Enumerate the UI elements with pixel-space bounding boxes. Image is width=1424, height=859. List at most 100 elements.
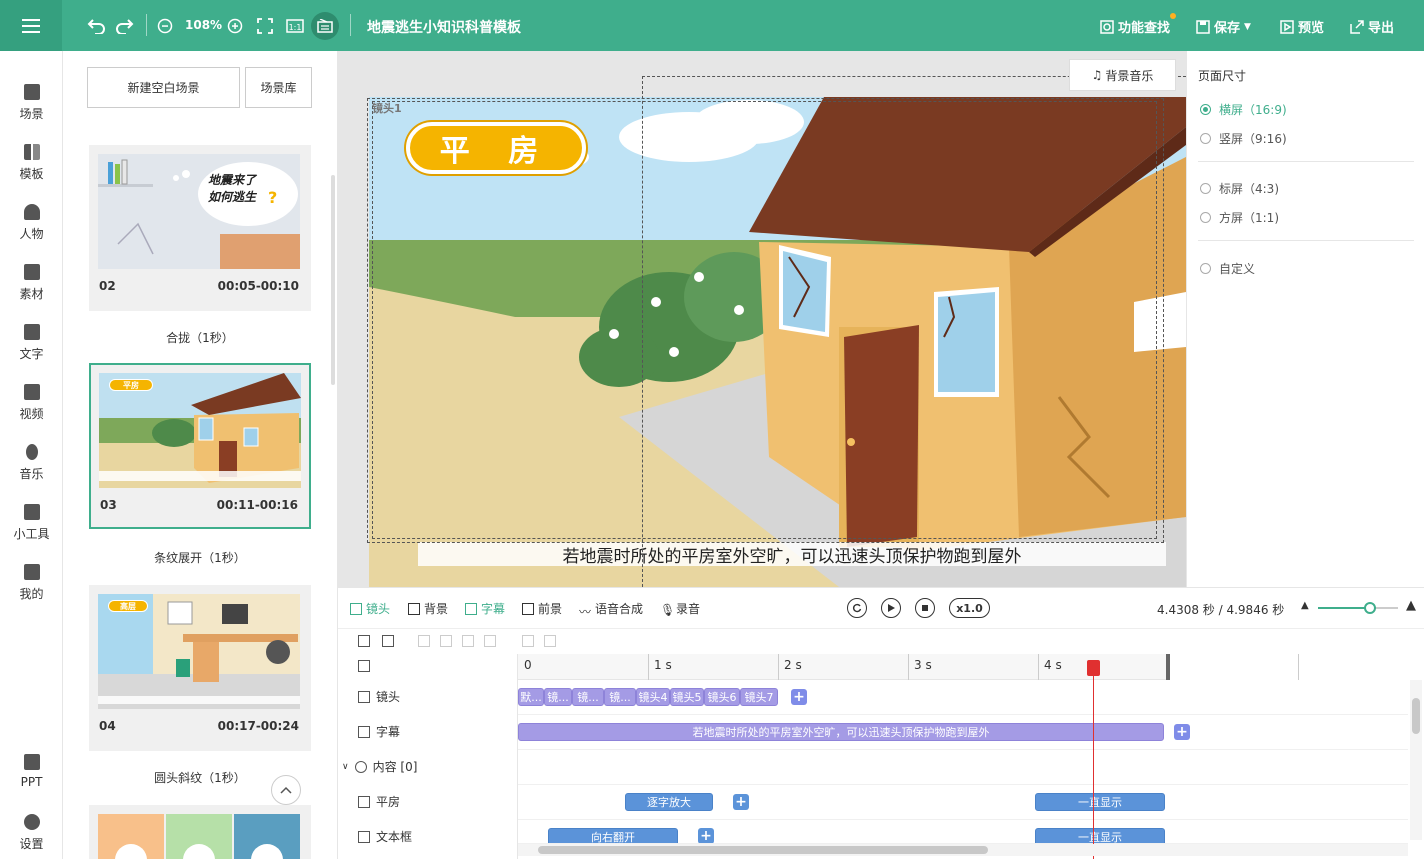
stop-button[interactable] [915,598,935,618]
new-blank-scene-button[interactable]: 新建空白场景 [87,67,240,108]
option-landscape[interactable]: 横屏（16:9) [1200,101,1287,118]
camera-clip[interactable]: 镜头4 [636,688,670,706]
speed-button[interactable]: x1.0 [949,598,990,618]
timeline-vertical-scrollbar[interactable] [1410,680,1422,840]
subtitle-clip[interactable]: 若地震时所处的平房室外空旷，可以迅速头顶保护物跑到屋外 [518,723,1164,741]
nav-item-toolbox[interactable]: 小工具 [0,504,63,554]
export-button[interactable]: 导出 [1350,17,1394,36]
background-music-button[interactable]: ♫ 背景音乐 [1069,59,1176,91]
track-label-camera: 镜头 [358,688,400,705]
actual-size-icon[interactable]: 1:1 [285,16,305,36]
camera-clip[interactable]: 镜... [544,688,572,706]
preview-button[interactable]: 预览 [1280,17,1324,36]
undo-icon[interactable] [86,16,106,36]
distribute-icon[interactable] [484,635,496,647]
align-right-icon[interactable] [440,635,452,647]
add-camera-button[interactable]: + [791,689,807,705]
option-standard[interactable]: 标屏（4:3) [1200,180,1279,197]
scene-card-02[interactable]: 地震来了 如何逃生 ? 02 00:05-00:10 [89,145,311,311]
nav-item-scene[interactable]: 场景 [0,84,63,134]
tab-record[interactable]: 🎙 录音 [660,600,700,617]
animation-clip[interactable]: 一直显示 [1035,828,1165,843]
menu-button[interactable] [0,0,62,51]
scroll-thumb[interactable] [538,846,988,854]
timeline-zoom-slider[interactable] [1318,602,1398,614]
align-left-icon[interactable] [418,635,430,647]
scroll-up-button[interactable] [271,775,301,805]
scene-card-04[interactable]: 高层 04 00:17-00:24 [89,585,311,751]
tab-tts[interactable]: 〰语音合成 [579,600,643,619]
nav-item-template[interactable]: 模板 [0,144,63,194]
camera-clip[interactable]: 镜... [604,688,636,706]
track-content [518,750,1408,785]
nav-item-person[interactable]: 人物 [0,204,63,254]
align-center-icon[interactable] [462,635,474,647]
nav-item-text[interactable]: 文字 [0,324,63,374]
nav-item-music[interactable]: 音乐 [0,444,63,494]
option-portrait[interactable]: 竖屏（9:16) [1200,130,1287,147]
grid-icon[interactable] [358,660,370,672]
tab-subtitle[interactable]: 字幕 [465,600,505,617]
camera-clip[interactable]: 默... [518,688,544,706]
timeline-horizontal-scrollbar[interactable] [518,844,1408,856]
add-animation-button[interactable]: + [733,794,749,810]
track-label-content[interactable]: ∨ 内容 [0] [342,758,417,775]
add-subtitle-button[interactable]: + [1174,724,1190,740]
scene-card-03[interactable]: 平房 03 00:11-00:16 [89,363,311,529]
camera-clip[interactable]: 镜头7 [740,688,778,706]
ruler-tick: 1 s [654,658,672,672]
selection-outline[interactable] [642,76,1186,587]
nav-item-mine[interactable]: 我的 [0,564,63,614]
animation-clip[interactable]: 向右翻开 [548,828,678,843]
nav-item-settings[interactable]: 设置 [0,814,63,859]
camera-clip[interactable]: 镜头5 [670,688,704,706]
scene-transition[interactable]: 合拢（1秒） [89,329,311,346]
radio-selected [1200,104,1211,115]
nav-item-ppt[interactable]: PPT [0,754,63,804]
time-ruler[interactable]: 0 1 s 2 s 3 s 4 s [518,654,1424,680]
camera-icon [350,602,362,615]
zoom-in-icon[interactable] [225,16,245,36]
group-icon[interactable] [382,635,394,647]
tab-background[interactable]: 背景 [408,600,448,617]
nav-item-video[interactable]: 视频 [0,384,63,434]
scroll-thumb[interactable] [1412,698,1420,734]
nav-label: 视频 [19,407,44,421]
scene-library-button[interactable]: 场景库 [245,67,312,108]
scene-card-05[interactable] [89,805,311,859]
playhead[interactable] [1093,660,1094,859]
zoom-out-icon[interactable] [155,16,175,36]
project-title[interactable]: 地震逃生小知识科普模板 [367,17,521,37]
radio-icon[interactable] [311,12,339,40]
camera-clip[interactable]: 镜... [572,688,604,706]
play-button[interactable] [881,598,901,618]
animation-clip[interactable]: 逐字放大 [625,793,713,811]
split-icon[interactable] [522,635,534,647]
zoom-in-mountain-icon[interactable]: ▲ [1406,598,1416,613]
zoom-knob[interactable] [1364,602,1376,614]
playhead-handle[interactable] [1087,660,1100,676]
end-marker[interactable] [1166,654,1170,680]
tab-camera[interactable]: 镜头 [350,600,390,617]
zoom-out-mountain-icon[interactable]: ▲ [1301,600,1309,611]
zoom-fill [1318,607,1370,609]
merge-icon[interactable] [544,635,556,647]
feature-search-button[interactable]: 功能查找 [1100,13,1177,36]
save-button[interactable]: 保存 ▼ [1196,17,1251,36]
export-icon [1350,19,1364,34]
fullscreen-icon[interactable] [255,16,275,36]
scene-thumbnail [98,814,300,859]
track-label-text: 镜头 [376,690,401,704]
option-square[interactable]: 方屏（1:1) [1200,209,1279,226]
camera-clip[interactable]: 镜头6 [704,688,740,706]
nav-item-material[interactable]: 素材 [0,264,63,314]
add-animation-button[interactable]: + [698,828,714,843]
redo-icon[interactable] [115,16,135,36]
scene-panel-scrollbar[interactable] [331,175,335,385]
scene-transition[interactable]: 条纹展开（1秒） [89,549,311,566]
filter-icon[interactable] [358,635,370,647]
tab-foreground[interactable]: 前景 [522,600,562,617]
replay-button[interactable] [847,598,867,618]
animation-clip[interactable]: 一直显示 [1035,793,1165,811]
option-custom[interactable]: 自定义 [1200,260,1255,277]
